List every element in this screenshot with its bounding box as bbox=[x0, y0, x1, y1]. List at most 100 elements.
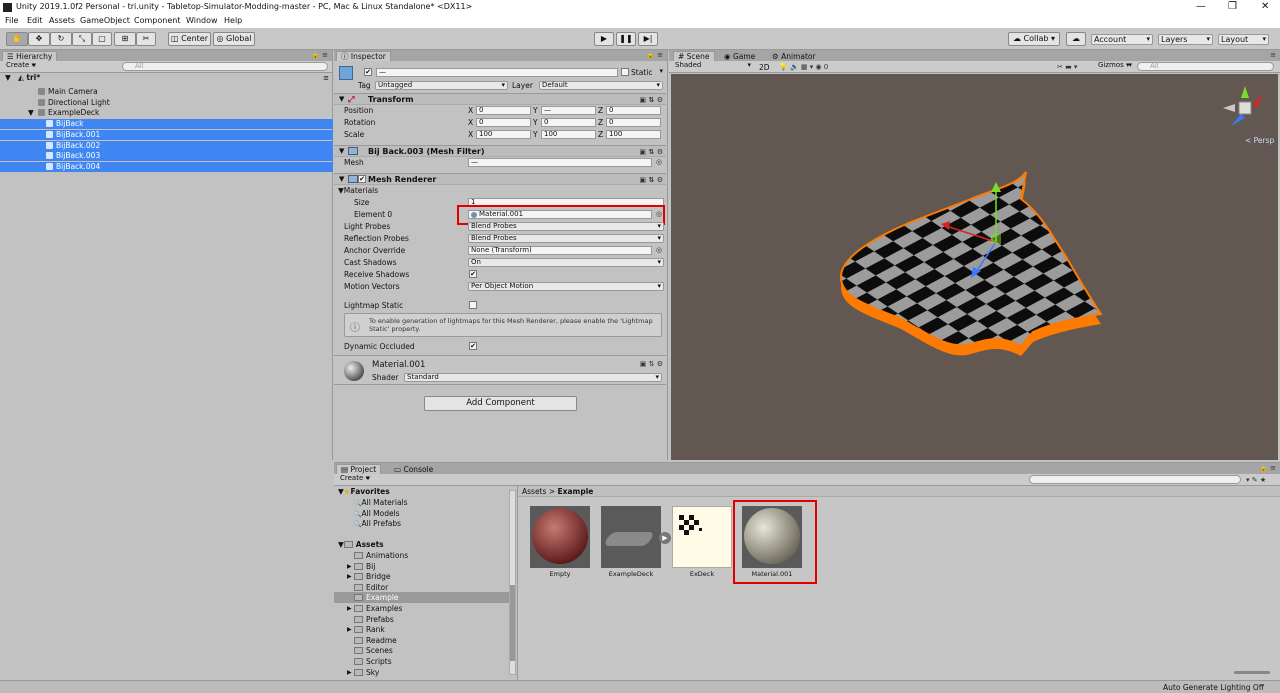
mesh-filter-header[interactable]: ▼ Bij Back.003 (Mesh Filter) ▣ ⇅ ⚙ bbox=[334, 145, 666, 157]
asset-empty[interactable] bbox=[530, 506, 590, 568]
object-picker-icon[interactable]: ◎ bbox=[656, 246, 662, 254]
tab-game[interactable]: ◉ Game bbox=[719, 51, 761, 61]
add-component-button[interactable]: Add Component bbox=[424, 396, 577, 411]
panel-menu-icon[interactable]: 🔒 ≡ bbox=[646, 51, 663, 59]
folder-item[interactable]: Animations bbox=[334, 550, 514, 561]
move-tool-button[interactable]: ✥ bbox=[28, 32, 50, 46]
folder-item[interactable]: ▶ Sky bbox=[334, 667, 514, 678]
scrollbar-thumb[interactable] bbox=[510, 585, 515, 661]
mesh-renderer-enabled-checkbox[interactable]: ✔ bbox=[358, 175, 366, 183]
tab-scene[interactable]: # Scene bbox=[673, 51, 715, 61]
play-button[interactable]: ▶ bbox=[594, 32, 614, 46]
collab-button[interactable]: ☁ Collab ▾ bbox=[1008, 32, 1060, 46]
scale-tool-button[interactable]: ⤡ bbox=[72, 32, 92, 46]
menu-window[interactable]: Window bbox=[186, 16, 218, 25]
pivot-global-button[interactable]: ◎ Global bbox=[213, 32, 255, 46]
light-probes-dropdown[interactable]: Blend Probes bbox=[468, 222, 664, 231]
scene-row[interactable]: ▼ ◭ tri* ≡ bbox=[0, 73, 333, 83]
tag-dropdown[interactable]: Untagged bbox=[375, 81, 508, 90]
folder-item[interactable]: Scenes bbox=[334, 645, 514, 656]
reflection-probes-dropdown[interactable]: Blend Probes bbox=[468, 234, 664, 243]
hierarchy-item[interactable]: Directional Light bbox=[0, 98, 333, 108]
panel-menu-icon[interactable]: 🔒 ≡ bbox=[1259, 464, 1276, 472]
rotation-z-field[interactable]: 0 bbox=[606, 118, 661, 127]
cast-shadows-dropdown[interactable]: On bbox=[468, 258, 664, 267]
filter-icons[interactable]: ▾ ✎ ★ bbox=[1246, 476, 1266, 484]
tools-toggle-icon[interactable]: ✂ ▬ ▾ bbox=[1057, 63, 1077, 71]
hand-tool-button[interactable]: ✋ bbox=[6, 32, 28, 46]
static-dropdown[interactable] bbox=[657, 68, 665, 77]
breadcrumb-example[interactable]: Example bbox=[558, 487, 594, 496]
mesh-renderer-header[interactable]: ▼ ✔ Mesh Renderer ▣ ⇅ ⚙ bbox=[334, 173, 666, 185]
rotation-y-field[interactable]: 0 bbox=[541, 118, 596, 127]
assets-root-row[interactable]: ▼ Assets bbox=[334, 539, 514, 550]
hierarchy-item[interactable]: BijBack bbox=[0, 119, 333, 130]
materials-foldout[interactable]: ▼Materials bbox=[338, 186, 378, 195]
scene-menu-icon[interactable]: ≡ bbox=[323, 73, 329, 83]
scene-viewport[interactable]: < Persp bbox=[671, 74, 1278, 460]
component-settings-icon[interactable]: ▣ ⇅ ⚙ bbox=[639, 147, 663, 158]
hierarchy-item[interactable]: ▼ ExampleDeck bbox=[0, 108, 333, 118]
layout-dropdown[interactable]: Layout bbox=[1218, 34, 1269, 45]
pivot-center-button[interactable]: ◫ Center bbox=[168, 32, 211, 46]
tab-project[interactable]: ▤ Project bbox=[336, 464, 382, 474]
scale-z-field[interactable]: 100 bbox=[606, 130, 661, 139]
expand-arrow-icon[interactable]: ▶ bbox=[347, 571, 352, 582]
panel-menu-icon[interactable]: 🔒 ≡ bbox=[311, 51, 328, 59]
motion-vectors-dropdown[interactable]: Per Object Motion bbox=[468, 282, 664, 291]
expand-arrow-icon[interactable]: ▶ bbox=[347, 603, 352, 614]
menu-file[interactable]: File bbox=[5, 16, 18, 25]
tab-hierarchy[interactable]: ☰ Hierarchy bbox=[2, 51, 58, 61]
expand-arrow-icon[interactable]: ▶ bbox=[347, 667, 352, 678]
receive-shadows-checkbox[interactable]: ✔ bbox=[469, 270, 477, 278]
folder-item[interactable]: Example bbox=[334, 592, 514, 604]
hierarchy-item[interactable]: BijBack.001 bbox=[0, 129, 333, 140]
menu-help[interactable]: Help bbox=[224, 16, 242, 25]
hierarchy-item[interactable]: BijBack.002 bbox=[0, 140, 333, 151]
folder-item[interactable]: ▶ Examples bbox=[334, 603, 514, 614]
asset-exdeck[interactable] bbox=[672, 506, 732, 568]
favorite-item[interactable]: 🔍All Prefabs bbox=[334, 518, 514, 529]
folder-item[interactable]: ▶ Bij bbox=[334, 561, 514, 572]
project-search-input[interactable] bbox=[1029, 475, 1241, 484]
favorite-item[interactable]: 🔍All Models bbox=[334, 508, 514, 519]
position-y-field[interactable]: — bbox=[541, 106, 596, 115]
minimize-button[interactable]: — bbox=[1196, 1, 1206, 12]
close-button[interactable]: ✕ bbox=[1261, 1, 1269, 12]
account-dropdown[interactable]: Account bbox=[1091, 34, 1153, 45]
hierarchy-item[interactable]: BijBack.003 bbox=[0, 151, 333, 162]
folder-tree-scrollbar[interactable] bbox=[509, 490, 516, 675]
active-checkbox[interactable]: ✔ bbox=[364, 68, 372, 76]
shading-mode-dropdown[interactable]: Shaded bbox=[673, 62, 753, 71]
hierarchy-item[interactable]: Main Camera bbox=[0, 87, 333, 97]
layer-dropdown[interactable]: Default bbox=[539, 81, 663, 90]
hierarchy-item[interactable]: BijBack.004 bbox=[0, 161, 333, 172]
expand-arrow-icon[interactable]: ▶ bbox=[347, 624, 352, 635]
transform-tool-button[interactable]: ⊞ bbox=[114, 32, 136, 46]
object-name-field[interactable]: — bbox=[376, 68, 618, 77]
transform-header[interactable]: ▼ ⤢ Transform ▣ ⇅ ⚙ bbox=[334, 93, 666, 105]
mesh-field[interactable]: — bbox=[468, 158, 652, 167]
menu-gameobject[interactable]: GameObject bbox=[80, 16, 130, 25]
anchor-override-field[interactable]: None (Transform) bbox=[468, 246, 652, 255]
menu-component[interactable]: Component bbox=[134, 16, 180, 25]
deck-mesh[interactable] bbox=[839, 171, 1103, 356]
position-z-field[interactable]: 0 bbox=[606, 106, 661, 115]
tab-inspector[interactable]: ⓘ Inspector bbox=[336, 51, 391, 61]
menu-assets[interactable]: Assets bbox=[49, 16, 75, 25]
scale-y-field[interactable]: 100 bbox=[541, 130, 596, 139]
thumbnail-size-slider[interactable] bbox=[1234, 671, 1270, 674]
folder-item[interactable]: ▶ Bridge bbox=[334, 571, 514, 582]
2d-toggle[interactable]: 2D bbox=[759, 63, 770, 72]
folder-item[interactable]: ▶ Rank bbox=[334, 624, 514, 635]
static-checkbox[interactable] bbox=[621, 68, 629, 76]
expand-prefab-icon[interactable]: ▶ bbox=[659, 532, 671, 544]
asset-exampledeck[interactable] bbox=[601, 506, 661, 568]
folder-item[interactable]: Readme bbox=[334, 635, 514, 646]
scene-search-input[interactable]: All bbox=[1137, 62, 1274, 71]
orientation-gizmo[interactable] bbox=[1223, 86, 1263, 126]
custom-tool-button[interactable]: ✂ bbox=[136, 32, 156, 46]
layers-dropdown[interactable]: Layers bbox=[1158, 34, 1213, 45]
material-section[interactable]: Material.001 Shader Standard ▣ ⇅ ⚙ bbox=[334, 355, 666, 385]
lightmap-static-checkbox[interactable] bbox=[469, 301, 477, 309]
